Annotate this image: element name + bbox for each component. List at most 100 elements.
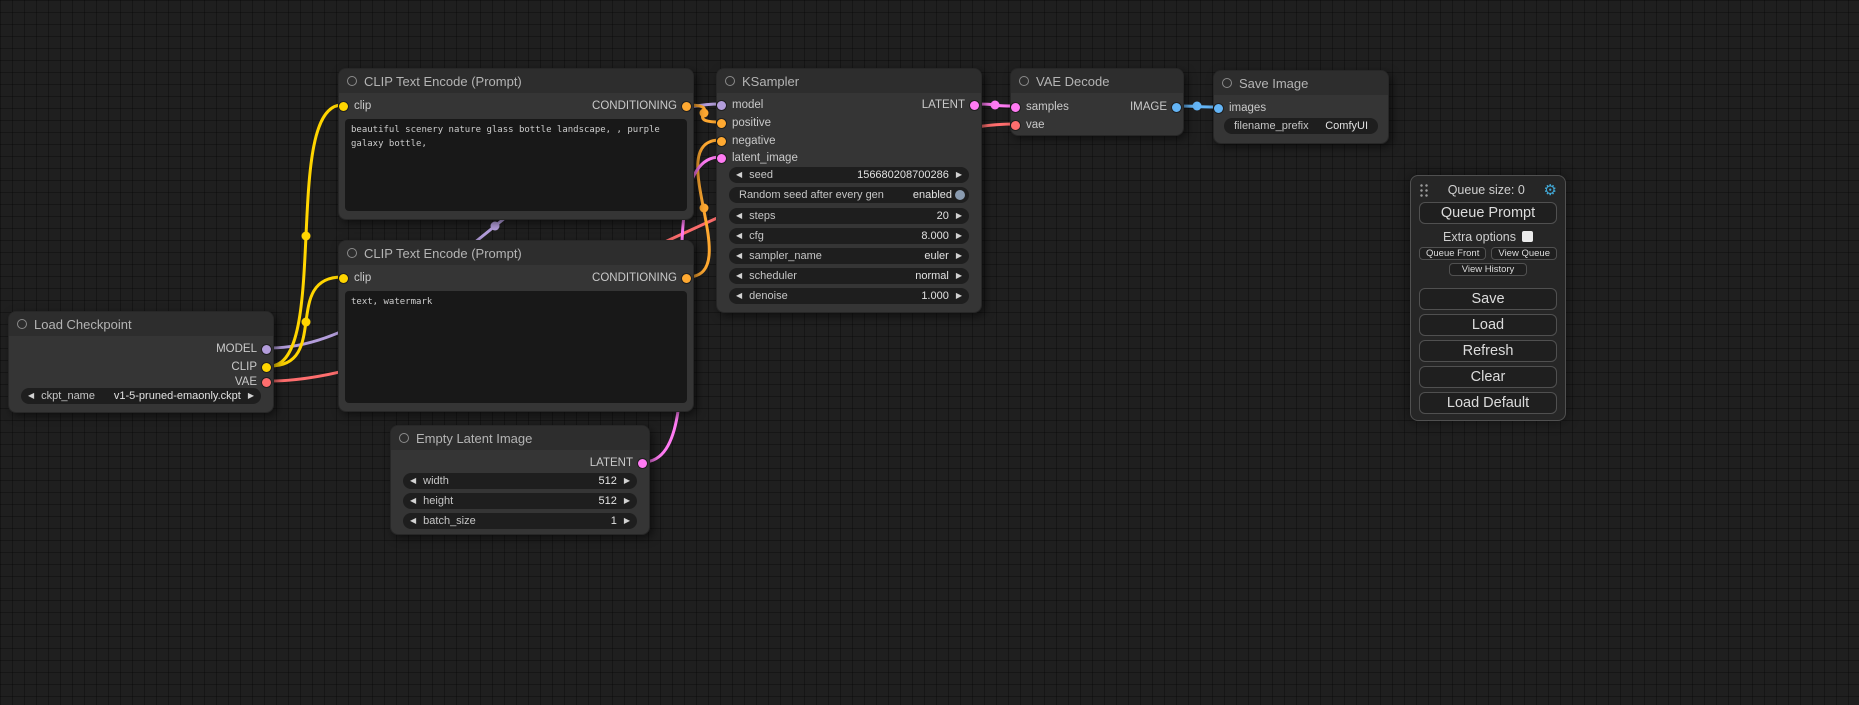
output-label: MODEL: [216, 343, 257, 355]
decrement-arrow-icon[interactable]: ◀: [736, 171, 742, 179]
filename-prefix-widget[interactable]: filename_prefix ComfyUI: [1224, 118, 1378, 134]
extra-options-checkbox[interactable]: [1522, 231, 1533, 242]
increment-arrow-icon[interactable]: ▶: [956, 212, 962, 220]
node-empty-latent-image[interactable]: Empty Latent Image LATENT ◀ width 512 ▶ …: [390, 425, 650, 535]
output-dot-conditioning[interactable]: [682, 274, 691, 283]
increment-arrow-icon[interactable]: ▶: [624, 477, 630, 485]
node-graph-canvas[interactable]: Load Checkpoint MODEL CLIP VAE ◀ ckpt_na…: [0, 0, 1859, 705]
input-label: positive: [732, 117, 771, 129]
node-title-bar[interactable]: Load Checkpoint: [9, 312, 273, 336]
node-title: Empty Latent Image: [416, 431, 532, 446]
save-button[interactable]: Save: [1419, 288, 1557, 310]
output-dot-image[interactable]: [1172, 103, 1181, 112]
widget-value: 1.000: [921, 290, 949, 302]
refresh-button[interactable]: Refresh: [1419, 340, 1557, 362]
node-title-bar[interactable]: Save Image: [1214, 71, 1388, 95]
view-history-button[interactable]: View History: [1449, 263, 1527, 276]
sampler-name-widget[interactable]: ◀ sampler_name euler ▶: [729, 248, 969, 264]
output-dot-latent[interactable]: [970, 101, 979, 110]
clear-button[interactable]: Clear: [1419, 366, 1557, 388]
batch-size-widget[interactable]: ◀ batch_size 1 ▶: [403, 513, 637, 529]
collapse-dot-icon[interactable]: [1222, 78, 1232, 88]
collapse-dot-icon[interactable]: [399, 433, 409, 443]
extra-options-row: Extra options: [1411, 229, 1565, 244]
scheduler-widget[interactable]: ◀ scheduler normal ▶: [729, 268, 969, 284]
prompt-text-input[interactable]: beautiful scenery nature glass bottle la…: [345, 119, 687, 211]
output-dot-conditioning[interactable]: [682, 102, 691, 111]
view-queue-button[interactable]: View Queue: [1491, 247, 1557, 260]
node-load-checkpoint[interactable]: Load Checkpoint MODEL CLIP VAE ◀ ckpt_na…: [8, 311, 274, 413]
collapse-dot-icon[interactable]: [17, 319, 27, 329]
decrement-arrow-icon[interactable]: ◀: [28, 392, 34, 400]
cfg-widget[interactable]: ◀ cfg 8.000 ▶: [729, 228, 969, 244]
widget-label: width: [423, 475, 449, 487]
output-slot-latent: LATENT: [717, 97, 981, 113]
increment-arrow-icon[interactable]: ▶: [956, 292, 962, 300]
increment-arrow-icon[interactable]: ▶: [248, 392, 254, 400]
node-title-bar[interactable]: Empty Latent Image: [391, 426, 649, 450]
decrement-arrow-icon[interactable]: ◀: [736, 232, 742, 240]
wire-clip-negative: [270, 277, 342, 366]
prompt-text-input[interactable]: text, watermark: [345, 291, 687, 403]
node-ksampler[interactable]: KSampler model positive negative latent_…: [716, 68, 982, 313]
widget-label: batch_size: [423, 515, 476, 527]
denoise-widget[interactable]: ◀ denoise 1.000 ▶: [729, 288, 969, 304]
collapse-dot-icon[interactable]: [347, 76, 357, 86]
decrement-arrow-icon[interactable]: ◀: [736, 212, 742, 220]
decrement-arrow-icon[interactable]: ◀: [736, 252, 742, 260]
node-vae-decode[interactable]: VAE Decode samples vae IMAGE: [1010, 68, 1184, 136]
node-save-image[interactable]: Save Image images filename_prefix ComfyU…: [1213, 70, 1389, 144]
height-widget[interactable]: ◀ height 512 ▶: [403, 493, 637, 509]
decrement-arrow-icon[interactable]: ◀: [736, 292, 742, 300]
input-dot-vae[interactable]: [1011, 121, 1020, 130]
decrement-arrow-icon[interactable]: ◀: [410, 497, 416, 505]
collapse-dot-icon[interactable]: [1019, 76, 1029, 86]
load-button[interactable]: Load: [1419, 314, 1557, 336]
input-dot-negative[interactable]: [717, 137, 726, 146]
steps-widget[interactable]: ◀ steps 20 ▶: [729, 208, 969, 224]
output-dot-vae[interactable]: [262, 378, 271, 387]
widget-label: denoise: [749, 290, 788, 302]
increment-arrow-icon[interactable]: ▶: [956, 252, 962, 260]
node-title-bar[interactable]: CLIP Text Encode (Prompt): [339, 69, 693, 93]
input-slot-negative: negative: [717, 133, 981, 149]
node-title-bar[interactable]: VAE Decode: [1011, 69, 1183, 93]
node-title-bar[interactable]: KSampler: [717, 69, 981, 93]
width-widget[interactable]: ◀ width 512 ▶: [403, 473, 637, 489]
increment-arrow-icon[interactable]: ▶: [624, 497, 630, 505]
node-title-bar[interactable]: CLIP Text Encode (Prompt): [339, 241, 693, 265]
collapse-dot-icon[interactable]: [347, 248, 357, 258]
seed-widget[interactable]: ◀ seed 156680208700286 ▶: [729, 167, 969, 183]
queue-front-button[interactable]: Queue Front: [1419, 247, 1486, 260]
ckpt-name-widget[interactable]: ◀ ckpt_name v1-5-pruned-emaonly.ckpt ▶: [21, 388, 261, 404]
node-clip-text-encode-positive[interactable]: CLIP Text Encode (Prompt) clip CONDITION…: [338, 68, 694, 220]
decrement-arrow-icon[interactable]: ◀: [410, 477, 416, 485]
queue-prompt-button[interactable]: Queue Prompt: [1419, 202, 1557, 224]
input-label: negative: [732, 135, 775, 147]
decrement-arrow-icon[interactable]: ◀: [736, 272, 742, 280]
increment-arrow-icon[interactable]: ▶: [956, 171, 962, 179]
random-seed-toggle-widget[interactable]: Random seed after every gen enabled: [729, 187, 969, 203]
input-dot-positive[interactable]: [717, 119, 726, 128]
drag-handle-icon[interactable]: [1419, 183, 1429, 197]
increment-arrow-icon[interactable]: ▶: [624, 517, 630, 525]
widget-value: enabled: [913, 189, 952, 201]
widget-value: 156680208700286: [857, 169, 949, 181]
toggle-knob-icon[interactable]: [955, 190, 965, 200]
wire-midpoint-dot: [302, 318, 311, 327]
output-slot-model: MODEL: [9, 341, 273, 357]
widget-label: steps: [749, 210, 775, 222]
increment-arrow-icon[interactable]: ▶: [956, 232, 962, 240]
increment-arrow-icon[interactable]: ▶: [956, 272, 962, 280]
node-clip-text-encode-negative[interactable]: CLIP Text Encode (Prompt) clip CONDITION…: [338, 240, 694, 412]
load-default-button[interactable]: Load Default: [1419, 392, 1557, 414]
output-dot-latent[interactable]: [638, 459, 647, 468]
input-dot-latent-image[interactable]: [717, 154, 726, 163]
settings-gear-icon[interactable]: ⚙: [1544, 183, 1557, 198]
decrement-arrow-icon[interactable]: ◀: [410, 517, 416, 525]
input-dot-images[interactable]: [1214, 104, 1223, 113]
output-dot-clip[interactable]: [262, 363, 271, 372]
collapse-dot-icon[interactable]: [725, 76, 735, 86]
output-dot-model[interactable]: [262, 345, 271, 354]
widget-value: euler: [924, 250, 948, 262]
